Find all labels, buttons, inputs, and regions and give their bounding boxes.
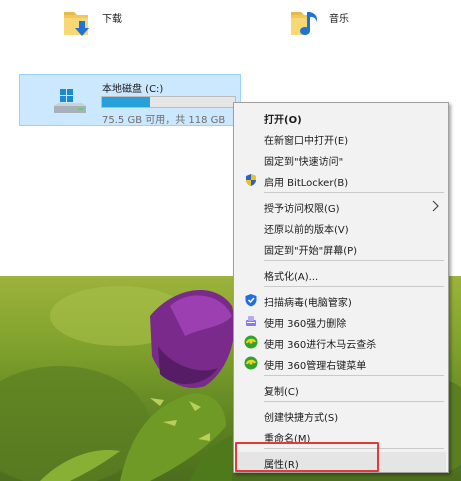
highlight-annotation bbox=[235, 442, 379, 472]
menu-item-scan-virus[interactable]: 扫描病毒(电脑管家) bbox=[236, 290, 446, 310]
tencent-shield-icon bbox=[244, 293, 258, 307]
menu-item-open[interactable]: 打开(O) bbox=[236, 107, 446, 127]
context-menu: 打开(O) 在新窗口中打开(E) 固定到"快速访问" 启用 BitLocker(… bbox=[233, 102, 449, 473]
menu-item-label: 复制(C) bbox=[264, 387, 299, 398]
folder-name: 音乐 bbox=[329, 14, 349, 25]
menu-item-360-trojan-scan[interactable]: 使用 360进行木马云查杀 bbox=[236, 332, 446, 352]
menu-separator bbox=[264, 260, 444, 261]
menu-item-grant-access[interactable]: 授予访问权限(G) bbox=[236, 196, 446, 216]
menu-item-label: 固定到"快速访问" bbox=[264, 157, 344, 168]
menu-item-label: 使用 360强力删除 bbox=[264, 319, 347, 330]
download-folder-icon bbox=[62, 6, 96, 38]
menu-item-label: 在新窗口中打开(E) bbox=[264, 136, 349, 147]
menu-item-label: 格式化(A)... bbox=[264, 272, 319, 283]
menu-item-label: 授予访问权限(G) bbox=[264, 204, 340, 215]
menu-item-label: 使用 360进行木马云查杀 bbox=[264, 340, 377, 351]
drive-c-tile[interactable]: 本地磁盘 (C:) 75.5 GB 可用，共 118 GB bbox=[19, 74, 241, 126]
menu-separator bbox=[264, 375, 444, 376]
menu-item-copy[interactable]: 复制(C) bbox=[236, 379, 446, 399]
menu-item-pin-quick-access[interactable]: 固定到"快速访问" bbox=[236, 149, 446, 169]
drive-space-text: 75.5 GB 可用，共 118 GB bbox=[102, 115, 226, 126]
menu-item-open-new-window[interactable]: 在新窗口中打开(E) bbox=[236, 128, 446, 148]
folder-downloads[interactable]: 下载 bbox=[62, 6, 122, 38]
menu-item-format[interactable]: 格式化(A)... bbox=[236, 264, 446, 284]
menu-item-label: 还原以前的版本(V) bbox=[264, 225, 349, 236]
folder-name: 下载 bbox=[102, 14, 122, 25]
menu-item-bitlocker[interactable]: 启用 BitLocker(B) bbox=[236, 170, 446, 190]
360-security-icon bbox=[244, 356, 258, 370]
menu-item-360-manage-menu[interactable]: 使用 360管理右键菜单 bbox=[236, 353, 446, 373]
drive-title: 本地磁盘 (C:) bbox=[102, 84, 164, 95]
uac-shield-icon bbox=[244, 173, 258, 187]
screenshot: 下载 音乐 本地磁盘 (C:) 75.5 GB 可用，共 118 GB 打开(O… bbox=[0, 0, 461, 481]
menu-item-create-shortcut[interactable]: 创建快捷方式(S) bbox=[236, 405, 446, 425]
360-security-icon bbox=[244, 335, 258, 349]
menu-item-pin-start[interactable]: 固定到"开始"屏幕(P) bbox=[236, 238, 446, 258]
menu-item-label: 扫描病毒(电脑管家) bbox=[264, 298, 352, 309]
menu-item-label: 创建快捷方式(S) bbox=[264, 413, 339, 424]
folder-music[interactable]: 音乐 bbox=[289, 6, 349, 38]
menu-item-360-delete[interactable]: 使用 360强力删除 bbox=[236, 311, 446, 331]
menu-item-label: 固定到"开始"屏幕(P) bbox=[264, 246, 358, 257]
menu-item-label: 启用 BitLocker(B) bbox=[264, 178, 349, 189]
drive-usage-bar bbox=[101, 96, 236, 108]
hard-drive-icon bbox=[54, 89, 86, 115]
chevron-right-icon bbox=[430, 199, 440, 213]
360-delete-icon bbox=[244, 314, 258, 328]
music-folder-icon bbox=[289, 6, 323, 38]
menu-separator bbox=[264, 192, 444, 193]
drive-usage-fill bbox=[102, 97, 150, 107]
menu-item-label: 打开(O) bbox=[264, 115, 302, 126]
menu-separator bbox=[264, 401, 444, 402]
menu-item-restore-versions[interactable]: 还原以前的版本(V) bbox=[236, 217, 446, 237]
menu-separator bbox=[264, 286, 444, 287]
menu-item-label: 使用 360管理右键菜单 bbox=[264, 361, 367, 372]
